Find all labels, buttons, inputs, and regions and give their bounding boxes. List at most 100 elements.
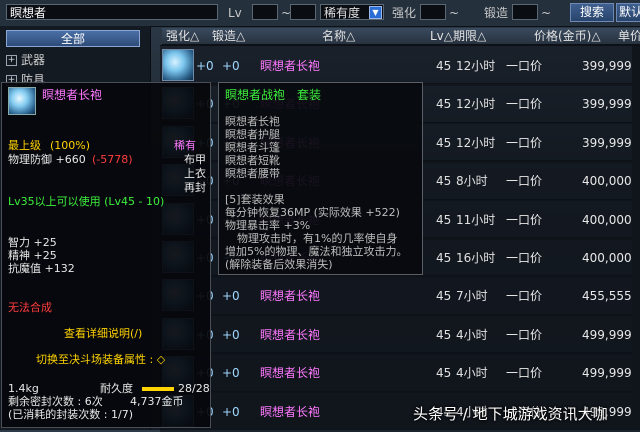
bid-type: 一口价 [506, 327, 543, 342]
rarity-select[interactable]: 稀有度 ▼ [320, 4, 384, 20]
table-row[interactable]: +0+0瞑想者长袍454小时一口价499,999金币 [160, 313, 640, 355]
enhance-min-input[interactable] [420, 4, 446, 20]
bid-type: 一口价 [506, 251, 543, 265]
rarity-label: 稀有 [174, 139, 196, 152]
forge-value: +0 [222, 289, 240, 304]
grade-percent: (100%) [50, 139, 91, 152]
seal-used: (已消耗的封装次数 : 1/7) [8, 408, 133, 421]
category-label: 武器 [21, 53, 46, 67]
bid-type: 一口价 [506, 174, 543, 189]
scrollbar[interactable] [632, 46, 640, 430]
sell-price: 4,737金币 [130, 395, 184, 408]
grade-label: 最上级 [8, 139, 41, 152]
set-member: 瞑想者短靴 [225, 154, 280, 167]
set-effect-line: 物理攻击时，有1%的几率使自身 [237, 232, 398, 245]
header-forge[interactable]: 锻造△ [212, 28, 245, 44]
item-price: 399,999 [582, 59, 632, 73]
header-name[interactable]: 名称△ [322, 28, 355, 44]
item-name: 瞑想者长袍 [260, 327, 321, 342]
set-tooltip: 瞑想者战袍 套装 瞑想者长袍 瞑想者护腿 瞑想者斗篷 瞑想者短靴 瞑想者腰带 [… [218, 82, 423, 275]
search-button[interactable]: 搜索 [570, 3, 614, 22]
set-effect-line: 物理暴击率 +3% [225, 219, 311, 232]
item-price: 499,999 [582, 327, 632, 342]
seal-status: 再封 [184, 181, 206, 194]
table-header: 强化△ 锻造△ 名称△ Lv△期限△ 价格(金币)△ 单价△ [162, 28, 640, 45]
item-price: 400,000 [582, 212, 632, 227]
armor-type: 布甲 [184, 153, 206, 166]
header-price[interactable]: 价格(金币)△ [534, 28, 601, 44]
enhance-tilde: ~ [449, 6, 460, 20]
set-title: 瞑想者战袍 套装 [225, 88, 322, 102]
item-period: 7小时 [456, 289, 488, 304]
item-level: 45 [436, 289, 452, 304]
defense-diff: (-5778) [92, 153, 133, 166]
item-level: 45 [436, 59, 452, 73]
category-all[interactable]: 全部 [6, 30, 140, 47]
item-weight: 1.4kg [8, 382, 39, 395]
item-period: 4小时 [456, 327, 488, 342]
header-level-period[interactable]: Lv△期限△ [430, 28, 486, 44]
search-bar: 瞑想者 Lv ~ 稀有度 ▼ 强化 ~ 锻造 ~ 搜索 默认 [0, 0, 640, 27]
expand-icon[interactable]: + [6, 55, 17, 66]
no-synthesis-label: 无法合成 [8, 301, 52, 314]
item-period: 12小时 [456, 97, 496, 112]
item-price: 455,555 [582, 289, 632, 304]
table-row[interactable]: +0+0瞑想者长袍457小时一口价455,555金币 [160, 275, 640, 317]
item-period: 16小时 [456, 251, 496, 265]
set-member: 瞑想者护腿 [225, 128, 280, 141]
forge-value: +0 [222, 404, 240, 419]
table-row[interactable]: +0+0瞑想者长袍454小时一口价499,999金币 [160, 352, 640, 394]
durability-label: 耐久度 [100, 382, 133, 395]
seal-remaining: 剩余密封次数 : 6次 [8, 395, 103, 408]
default-button[interactable]: 默认 [616, 3, 640, 22]
header-unit[interactable]: 单价△ [618, 28, 640, 44]
level-requirement: Lv35以上可以使用 (Lv45 - 10) [8, 195, 165, 208]
item-name: 瞑想者长袍 [260, 289, 321, 304]
item-level: 45 [436, 251, 452, 265]
item-name: 瞑想者长袍 [260, 59, 321, 73]
set-member: 瞑想者腰带 [225, 167, 280, 180]
item-price: 400,000 [582, 251, 632, 265]
bid-type: 一口价 [506, 59, 543, 73]
forge-value: +0 [222, 366, 240, 381]
item-price: 399,999 [582, 135, 632, 150]
defense-stat: 物理防御 +660 [8, 153, 86, 166]
forge-value: +0 [222, 59, 240, 73]
item-name-search-input[interactable]: 瞑想者 [6, 4, 218, 20]
item-period: 12小时 [456, 135, 496, 150]
item-period: 12小时 [456, 59, 496, 73]
header-enhance[interactable]: 强化△ [166, 28, 199, 44]
item-icon [8, 87, 36, 115]
item-tooltip: 瞑想者长袍 最上级 (100%) 稀有 物理防御 +660 (-5778) 布甲… [1, 82, 211, 428]
item-name: 瞑想者长袍 [260, 366, 321, 381]
item-level: 45 [436, 366, 452, 381]
bid-type: 一口价 [506, 212, 543, 227]
item-name: 瞑想者长袍 [260, 404, 321, 419]
set-effect-line: (解除装备后效果消失) [225, 258, 333, 271]
robe-icon[interactable] [162, 49, 194, 81]
view-details-link[interactable]: 查看详细说明(/) [64, 327, 142, 340]
item-price: 400,000 [582, 174, 632, 189]
item-level: 45 [436, 174, 452, 189]
level-min-input[interactable] [252, 4, 278, 20]
durability-bar [142, 387, 174, 391]
set-effect-title: [5]套装效果 [225, 193, 285, 206]
forge-label: 锻造 [484, 6, 509, 20]
stat-magic-resist: 抗魔值 +132 [8, 262, 75, 275]
switch-pvp-stats-link[interactable]: 切换至决斗场装备属性 : ◇ [36, 353, 165, 366]
category-weapon[interactable]: + 武器 [6, 52, 140, 69]
item-level: 45 [436, 97, 452, 112]
forge-min-input[interactable] [512, 4, 538, 20]
slot-type: 上衣 [184, 167, 206, 180]
set-effect-line: 每分钟恢复36MP (实际效果 +522) [225, 206, 400, 219]
stat-intelligence: 智力 +25 [8, 236, 57, 249]
chevron-down-icon[interactable]: ▼ [369, 6, 382, 19]
enhance-value: +0 [196, 59, 214, 73]
bid-type: 一口价 [506, 366, 543, 381]
item-level: 45 [436, 212, 452, 227]
level-max-input[interactable] [290, 4, 316, 20]
category-label: 全部 [60, 32, 85, 46]
item-period: 4小时 [456, 366, 488, 381]
set-effect-line: 增加5%的物理、魔法和独立攻击力。 [225, 245, 408, 258]
table-row[interactable]: +0+0瞑想者长袍4512小时一口价399,999金币 [160, 45, 640, 86]
